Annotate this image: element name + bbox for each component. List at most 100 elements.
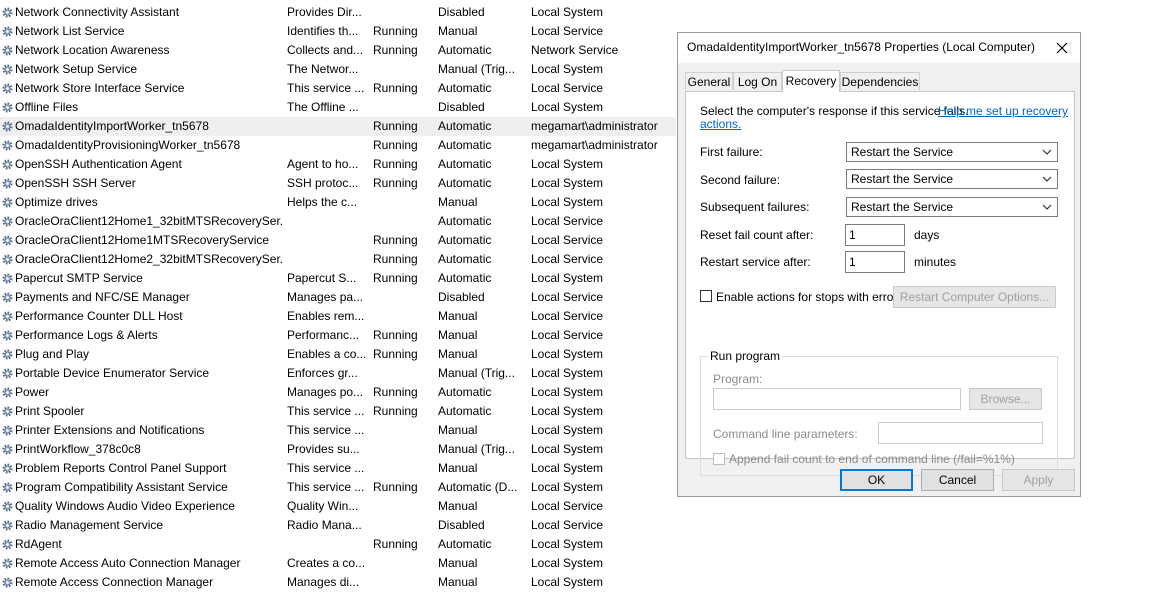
service-row[interactable]: Remote Access Auto Connection Manager Cre… bbox=[0, 554, 676, 573]
reset-fail-count-unit: days bbox=[914, 228, 940, 242]
service-name: Network Connectivity Assistant bbox=[15, 5, 180, 19]
service-status: Running bbox=[373, 43, 418, 57]
apply-button[interactable]: Apply bbox=[1002, 469, 1075, 491]
gear-icon bbox=[2, 311, 13, 322]
browse-button[interactable]: Browse... bbox=[969, 388, 1042, 410]
subsequent-failures-label: Subsequent failures: bbox=[700, 200, 810, 214]
service-description: Identifies th... bbox=[287, 24, 359, 38]
service-row[interactable]: Remote Access Connection Manager Manages … bbox=[0, 573, 676, 592]
tab-dependencies[interactable]: Dependencies bbox=[840, 72, 920, 90]
service-row[interactable]: Performance Logs & Alerts Performanc... Ru… bbox=[0, 326, 676, 345]
program-input[interactable] bbox=[713, 388, 961, 410]
service-icon bbox=[1, 573, 15, 592]
dialog-titlebar[interactable]: OmadaIdentityImportWorker_tn5678 Propert… bbox=[678, 33, 1080, 63]
service-startup-type: Manual bbox=[438, 347, 478, 361]
service-name: Payments and NFC/SE Manager bbox=[15, 290, 190, 304]
service-description: This service ... bbox=[287, 461, 365, 475]
service-row[interactable]: Papercut SMTP Service Papercut S... Runnin… bbox=[0, 269, 676, 288]
tab-general[interactable]: General bbox=[685, 72, 733, 90]
service-startup-type: Disabled bbox=[438, 5, 485, 19]
tab-recovery[interactable]: Recovery bbox=[782, 70, 840, 92]
service-name: OmadaIdentityImportWorker_tn5678 bbox=[15, 119, 209, 133]
service-startup-type: Manual bbox=[438, 328, 478, 342]
service-description: Agent to ho... bbox=[287, 157, 359, 171]
service-log-on-as: Local Service bbox=[531, 499, 604, 513]
cancel-button[interactable]: Cancel bbox=[921, 469, 994, 491]
service-name: PrintWorkflow_378c0c8 bbox=[15, 442, 141, 456]
service-name: Print Spooler bbox=[15, 404, 85, 418]
service-row[interactable]: Network Location Awareness Collects and..… bbox=[0, 41, 676, 60]
service-name: Power bbox=[15, 385, 50, 399]
service-row[interactable]: RdAgent Running Automatic Local System bbox=[0, 535, 676, 554]
service-row[interactable]: Network Setup Service The Networ... Manual… bbox=[0, 60, 676, 79]
service-row[interactable]: Radio Management Service Radio Mana... Dis… bbox=[0, 516, 676, 535]
service-icon bbox=[1, 497, 15, 516]
service-row[interactable]: Performance Counter DLL Host Enables rem.… bbox=[0, 307, 676, 326]
service-row[interactable]: Print Spooler This service ... Running Auto… bbox=[0, 402, 676, 421]
service-row[interactable]: Offline Files The Offline ... Disabled Loca… bbox=[0, 98, 676, 117]
service-status: Running bbox=[373, 252, 418, 266]
service-row[interactable]: Printer Extensions and Notifications This… bbox=[0, 421, 676, 440]
service-status: Running bbox=[373, 157, 418, 171]
reset-fail-count-input[interactable]: 1 bbox=[845, 224, 905, 246]
service-name: Performance Logs & Alerts bbox=[15, 328, 158, 342]
service-row[interactable]: Portable Device Enumerator Service Enforc… bbox=[0, 364, 676, 383]
service-row[interactable]: OpenSSH Authentication Agent Agent to ho.… bbox=[0, 155, 676, 174]
tab-log-on[interactable]: Log On bbox=[733, 72, 782, 90]
subsequent-failures-select[interactable]: Restart the Service bbox=[846, 197, 1058, 217]
service-row[interactable]: Network Store Interface Service This serv… bbox=[0, 79, 676, 98]
first-failure-select[interactable]: Restart the Service bbox=[846, 142, 1058, 162]
close-button[interactable] bbox=[1052, 38, 1072, 58]
service-row[interactable]: PrintWorkflow_378c0c8 Provides su... Manua… bbox=[0, 440, 676, 459]
gear-icon bbox=[2, 501, 13, 512]
service-row[interactable]: OmadaIdentityProvisioningWorker_tn5678 Ru… bbox=[0, 136, 676, 155]
service-status: Running bbox=[373, 81, 418, 95]
service-row[interactable]: Power Manages po... Running Automatic Local … bbox=[0, 383, 676, 402]
service-name: Network Setup Service bbox=[15, 62, 138, 76]
service-description: Quality Win... bbox=[287, 499, 359, 513]
service-row[interactable]: Optimize drives Helps the c... Manual Local… bbox=[0, 193, 676, 212]
service-log-on-as: Local System bbox=[531, 366, 604, 380]
service-name: Network List Service bbox=[15, 24, 125, 38]
intro-text: Select the computer's response if this s… bbox=[700, 104, 969, 118]
service-icon bbox=[1, 478, 15, 497]
service-name: Papercut SMTP Service bbox=[15, 271, 143, 285]
service-icon bbox=[1, 402, 15, 421]
service-row[interactable]: Network List Service Identifies th... Runn… bbox=[0, 22, 676, 41]
service-row[interactable]: OracleOraClient12Home1_32bitMTSRecoveryS… bbox=[0, 212, 676, 231]
service-status: Running bbox=[373, 24, 418, 38]
enable-actions-checkbox[interactable] bbox=[700, 290, 712, 302]
gear-icon bbox=[2, 539, 13, 550]
service-icon bbox=[1, 3, 15, 22]
service-row[interactable]: Network Connectivity Assistant Provides D… bbox=[0, 3, 676, 22]
service-row[interactable]: Quality Windows Audio Video Experience Qu… bbox=[0, 497, 676, 516]
service-row[interactable]: Program Compatibility Assistant Service T… bbox=[0, 478, 676, 497]
service-log-on-as: Local System bbox=[531, 404, 604, 418]
service-row[interactable]: OmadaIdentityImportWorker_tn5678 Running A… bbox=[0, 117, 676, 136]
service-row[interactable]: OracleOraClient12Home1MTSRecoveryService… bbox=[0, 231, 676, 250]
service-row[interactable]: OpenSSH SSH Server SSH protoc... Running Au… bbox=[0, 174, 676, 193]
service-icon bbox=[1, 364, 15, 383]
service-name: Network Location Awareness bbox=[15, 43, 170, 57]
command-line-input[interactable] bbox=[878, 422, 1043, 444]
ok-button[interactable]: OK bbox=[840, 469, 913, 491]
service-row[interactable]: Problem Reports Control Panel Support Thi… bbox=[0, 459, 676, 478]
service-row[interactable]: Payments and NFC/SE Manager Manages pa...… bbox=[0, 288, 676, 307]
second-failure-select[interactable]: Restart the Service bbox=[846, 169, 1058, 189]
service-log-on-as: Local Service bbox=[531, 233, 604, 247]
service-description: Creates a co... bbox=[287, 556, 366, 570]
service-row[interactable]: Plug and Play Enables a co... Running Manua… bbox=[0, 345, 676, 364]
service-log-on-as: Local System bbox=[531, 271, 604, 285]
service-startup-type: Automatic bbox=[438, 43, 492, 57]
service-startup-type: Manual bbox=[438, 24, 478, 38]
help-link-continued[interactable]: actions. bbox=[700, 117, 741, 131]
service-startup-type: Disabled bbox=[438, 100, 485, 114]
help-link[interactable]: Help me set up recovery bbox=[938, 104, 1068, 118]
chevron-down-icon bbox=[1042, 149, 1052, 155]
restart-computer-options-button[interactable]: Restart Computer Options... bbox=[893, 286, 1056, 308]
service-startup-type: Disabled bbox=[438, 518, 485, 532]
restart-service-input[interactable]: 1 bbox=[845, 251, 905, 273]
service-status: Running bbox=[373, 404, 418, 418]
service-row[interactable]: OracleOraClient12Home2_32bitMTSRecoveryS… bbox=[0, 250, 676, 269]
append-fail-checkbox[interactable] bbox=[713, 453, 725, 465]
